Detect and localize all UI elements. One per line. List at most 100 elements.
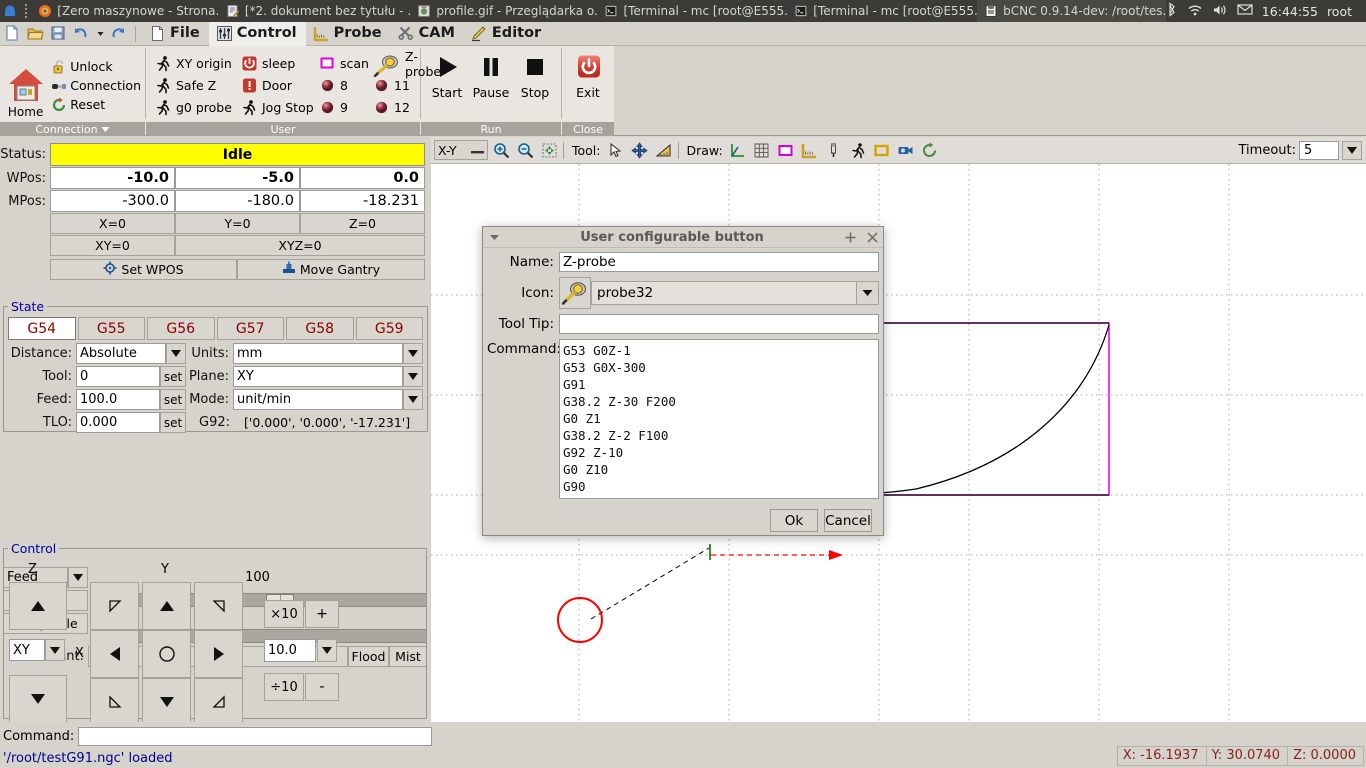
dialog-cancel-button[interactable]: Cancel xyxy=(824,509,872,532)
jog-home-button[interactable] xyxy=(142,630,191,678)
bluetooth-icon[interactable] xyxy=(1166,2,1178,20)
jog-down-button[interactable] xyxy=(142,678,191,726)
ruler-button[interactable] xyxy=(799,139,821,161)
jog-up-button[interactable] xyxy=(142,582,191,630)
jog-up-left-button[interactable] xyxy=(90,582,139,630)
wcs-g59[interactable]: G59 xyxy=(355,317,423,340)
step-multiply-button[interactable]: ×10 xyxy=(264,600,304,628)
zoom-fit-button[interactable] xyxy=(538,139,560,161)
wcs-g56[interactable]: G56 xyxy=(147,317,215,340)
exit-button[interactable]: Exit xyxy=(566,54,610,100)
redo-button[interactable] xyxy=(109,24,129,44)
taskbar-item-bcnc[interactable]: bCNC 0.9.14-dev: /root/tes... xyxy=(977,0,1166,22)
user-button-g0-probe[interactable]: g0 probe xyxy=(155,97,239,118)
zoom-out-button[interactable] xyxy=(514,139,536,161)
user-button-jog-stop[interactable]: Jog Stop xyxy=(241,97,317,118)
step-divide-button[interactable]: ÷10 xyxy=(264,673,304,701)
jog-z-up-button[interactable] xyxy=(9,582,67,630)
jog-up-right-button[interactable] xyxy=(194,582,243,630)
step-minus-button[interactable]: - xyxy=(305,673,339,701)
mail-icon[interactable] xyxy=(1237,3,1253,19)
timeout-input[interactable]: 5 xyxy=(1299,141,1339,160)
margin-button[interactable] xyxy=(775,139,797,161)
dialog-icon-dropdown-icon[interactable] xyxy=(857,281,879,305)
dialog-name-input[interactable]: Z-probe xyxy=(559,252,879,272)
step-size-input[interactable]: 10.0 xyxy=(264,639,316,662)
open-file-button[interactable] xyxy=(26,24,46,44)
dialog-ok-button[interactable]: Ok xyxy=(770,509,818,532)
tab-control[interactable]: Control xyxy=(208,21,306,46)
select-arrow-button[interactable] xyxy=(605,139,627,161)
timeout-dropdown-icon[interactable] xyxy=(1342,141,1362,160)
reset-button[interactable]: Reset xyxy=(51,97,141,113)
taskbar-handle[interactable] xyxy=(20,4,31,18)
path-button[interactable] xyxy=(847,139,869,161)
wcs-g57[interactable]: G57 xyxy=(216,317,284,340)
pause-button[interactable]: Pause xyxy=(469,54,513,100)
pan-move-button[interactable] xyxy=(629,139,651,161)
dialog-tooltip-input[interactable] xyxy=(559,314,879,334)
stop-button[interactable]: Stop xyxy=(513,54,557,100)
user-button-8[interactable]: 8 xyxy=(319,75,371,96)
distance-value[interactable]: Absolute xyxy=(76,343,166,364)
set-wpos-button[interactable]: Set WPOS xyxy=(50,259,237,280)
plane-value[interactable]: XY xyxy=(233,366,403,387)
tool-value[interactable]: 0 xyxy=(76,366,160,387)
tlo-value[interactable]: 0.000 xyxy=(76,412,160,433)
user-button-scan[interactable]: scan xyxy=(319,53,371,74)
desktop-menu-logo-icon[interactable] xyxy=(0,0,20,22)
user-button-sleep[interactable]: sleep xyxy=(241,53,317,74)
tlo-set-button[interactable]: set xyxy=(160,412,186,433)
ribbon-group-title-connection[interactable]: Connection xyxy=(0,122,145,136)
user-button-safe-z[interactable]: Safe Z xyxy=(155,75,239,96)
command-input[interactable] xyxy=(78,727,433,746)
jog-axis-dropdown-icon[interactable] xyxy=(45,639,65,661)
grid-button[interactable] xyxy=(751,139,773,161)
jog-down-left-button[interactable] xyxy=(90,678,139,726)
mode-dropdown-icon[interactable] xyxy=(403,389,423,410)
zero-xyz-button[interactable]: XYZ=0 xyxy=(175,235,425,256)
axes-button[interactable] xyxy=(727,139,749,161)
connection-button[interactable]: Connection xyxy=(51,78,141,94)
new-file-button[interactable] xyxy=(3,24,23,44)
wpos-x[interactable]: -10.0 xyxy=(50,167,175,189)
chevron-down-icon[interactable] xyxy=(483,227,505,248)
zero-z-button[interactable]: Z=0 xyxy=(300,213,425,234)
wcs-g58[interactable]: G58 xyxy=(286,317,354,340)
taskbar-item-editor[interactable]: [*2. dokument bez tytułu - ... xyxy=(219,0,410,22)
probe-button[interactable] xyxy=(823,139,845,161)
taskbar-item-image-viewer[interactable]: profile.gif - Przeglądarka o... xyxy=(410,0,597,22)
zero-x-button[interactable]: X=0 xyxy=(50,213,175,234)
zero-xy-button[interactable]: XY=0 xyxy=(50,235,175,256)
step-plus-button[interactable]: + xyxy=(305,600,339,628)
user-button-9[interactable]: 9 xyxy=(319,97,371,118)
ruler-angle-button[interactable] xyxy=(653,139,675,161)
plus-icon[interactable] xyxy=(839,227,861,248)
view-mode-select[interactable]: X-Y xyxy=(434,140,488,160)
chevron-down-icon[interactable] xyxy=(101,123,110,136)
save-file-button[interactable] xyxy=(49,24,69,44)
units-dropdown-icon[interactable] xyxy=(403,343,423,364)
step-size-dropdown-icon[interactable] xyxy=(317,639,337,662)
taskbar-item-terminal-1[interactable]: [Terminal - mc [root@E555... xyxy=(597,0,787,22)
tab-file[interactable]: File xyxy=(142,22,209,46)
feed-value[interactable]: 100.0 xyxy=(76,389,160,410)
tab-cam[interactable]: CAM xyxy=(391,22,464,46)
unlock-button[interactable]: Unlock xyxy=(51,59,141,75)
start-button[interactable]: Start xyxy=(425,54,469,100)
wpos-y[interactable]: -5.0 xyxy=(175,167,300,189)
probe32-icon[interactable] xyxy=(559,277,591,309)
wcs-g54[interactable]: G54 xyxy=(8,317,76,340)
tool-set-button[interactable]: set xyxy=(160,366,186,387)
jog-axis-select[interactable]: XY xyxy=(9,639,45,661)
undo-dropdown-icon[interactable] xyxy=(95,24,106,44)
wifi-icon[interactable] xyxy=(1187,3,1203,20)
volume-icon[interactable] xyxy=(1212,3,1228,20)
taskbar-item-terminal-2[interactable]: [Terminal - mc [root@E555... xyxy=(787,0,977,22)
tab-editor[interactable]: Editor xyxy=(464,22,550,46)
jog-left-button[interactable] xyxy=(90,630,139,678)
close-icon[interactable] xyxy=(861,227,883,248)
undo-button[interactable] xyxy=(72,24,92,44)
jog-right-button[interactable] xyxy=(194,630,243,678)
units-value[interactable]: mm xyxy=(233,343,403,364)
